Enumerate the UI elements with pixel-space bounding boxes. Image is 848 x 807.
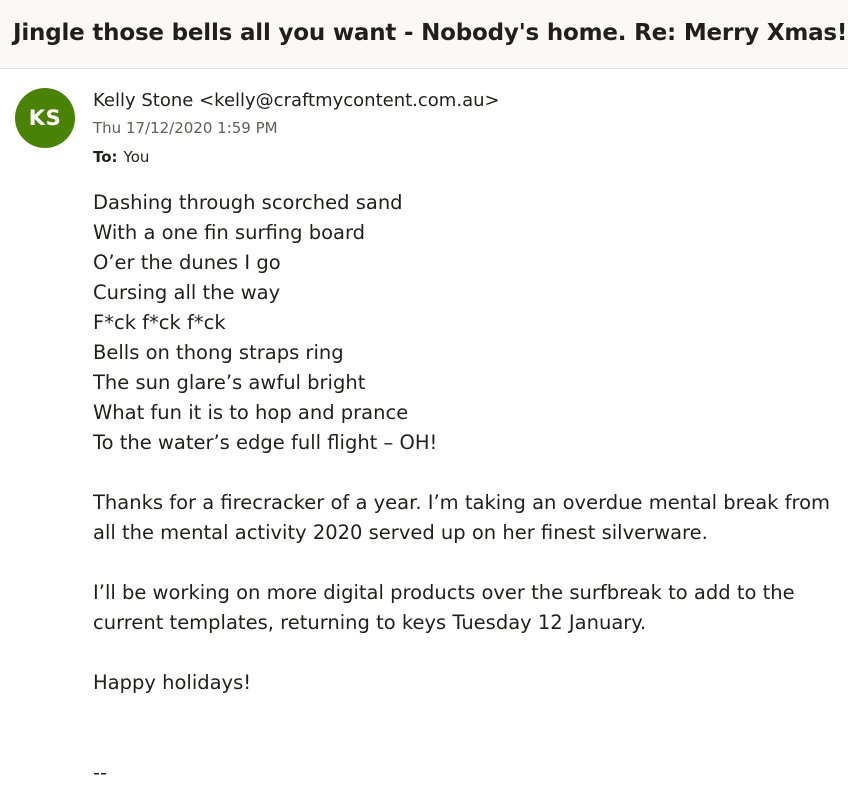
email-timestamp: Thu 17/12/2020 1:59 PM (93, 119, 278, 137)
email-subject: Jingle those bells all you want - Nobody… (13, 20, 848, 46)
poem-line: The sun glare’s awful bright (93, 371, 366, 394)
avatar-initials: KS (28, 106, 62, 130)
poem-line: Dashing through scorched sand (93, 191, 403, 214)
poem-line: F*ck f*ck f*ck (93, 311, 226, 334)
to-label: To: (93, 148, 118, 166)
sender-avatar[interactable]: KS (15, 88, 75, 148)
recipients-line: To: You (93, 146, 149, 168)
poem-line: Bells on thong straps ring (93, 341, 344, 364)
reading-pane-header: Jingle those bells all you want - Nobody… (0, 0, 848, 69)
poem-line: With a one fin surfing board (93, 221, 366, 244)
poem-line: What fun it is to hop and prance (93, 401, 409, 424)
email-body: Dashing through scorched sand With a one… (93, 188, 833, 788)
sender-name[interactable]: Kelly Stone (93, 90, 193, 111)
sender-email[interactable]: <kelly@craftmycontent.com.au> (199, 90, 500, 111)
sender-line[interactable]: Kelly Stone <kelly@craftmycontent.com.au… (93, 88, 500, 114)
poem-line: Cursing all the way (93, 281, 281, 304)
body-paragraph: Thanks for a firecracker of a year. I’m … (93, 491, 831, 544)
body-paragraph: I’ll be working on more digital products… (93, 581, 795, 634)
signature-separator: -- (93, 761, 108, 784)
poem-line: To the water’s edge full flight – OH! (93, 431, 438, 454)
sign-off: Happy holidays! (93, 671, 252, 694)
poem-line: O’er the dunes I go (93, 251, 281, 274)
to-recipient[interactable]: You (124, 148, 150, 166)
